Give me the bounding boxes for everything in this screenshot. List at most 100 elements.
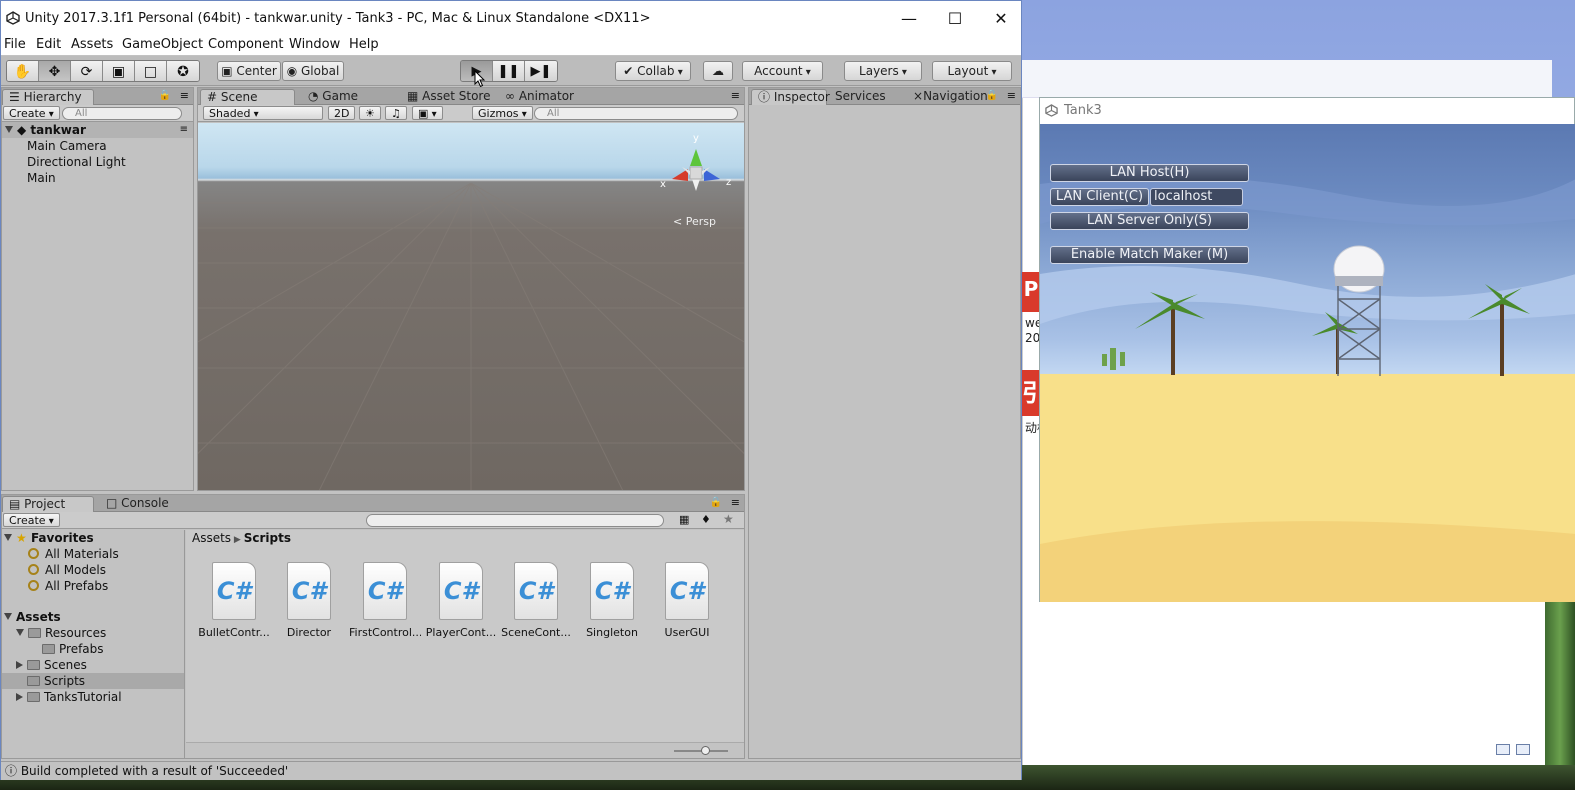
script-asset[interactable]: C# BulletContr... [198,562,270,639]
script-asset[interactable]: C# SceneCont... [500,562,572,639]
icon-size-slider-handle[interactable] [701,746,710,755]
tab-inspector[interactable]: ⓘ Inspector [751,89,830,105]
tab-animator[interactable]: ∞ Animator [499,89,580,105]
shading-mode-dropdown[interactable]: Shaded [203,106,323,120]
hierarchy-create-dropdown[interactable]: Create [3,106,60,120]
menu-help[interactable]: Help [349,37,379,52]
scene-search-input[interactable]: All [534,107,738,120]
lighting-toggle[interactable]: ☀ [359,106,381,120]
pivot-center-button[interactable]: ▣ Center [217,61,281,81]
favorites-row[interactable]: ★ Favorites [4,530,94,546]
favorite-all-prefabs[interactable]: All Prefabs [28,578,108,594]
scene-root-row[interactable]: ◆ tankwar ≡ [2,122,193,138]
effects-dropdown[interactable]: ▣ [412,106,443,120]
space-global-button[interactable]: ◉ Global [282,61,344,81]
minimize-button[interactable]: — [886,6,932,32]
panel-menu-icon[interactable]: ≡ [1007,89,1016,102]
hierarchy-item-main[interactable]: Main [2,170,193,186]
gizmos-dropdown[interactable]: Gizmos [472,106,533,120]
panel-menu-icon[interactable]: ≡ [731,89,740,102]
menu-gameobject[interactable]: GameObject [122,37,203,52]
space-global-label: Global [301,64,340,78]
layout-dropdown[interactable]: Layout [932,61,1012,81]
scale-tool-icon[interactable]: ▣ [103,61,135,81]
panel-menu-icon[interactable]: ≡ [180,89,189,102]
folder-resources[interactable]: Resources [16,625,106,641]
hierarchy-item-main-camera[interactable]: Main Camera [2,138,193,154]
folder-scripts[interactable]: Scripts [2,673,184,689]
tab-hierarchy[interactable]: ☰ Hierarchy [2,89,94,105]
tab-navigation[interactable]: ×Navigation [907,89,994,105]
move-tool-icon[interactable]: ✥ [39,61,71,81]
close-button[interactable]: ✕ [978,6,1024,32]
rotate-tool-icon[interactable]: ⟳ [71,61,103,81]
account-label: Account [754,64,803,78]
lan-host-button[interactable]: LAN Host(H) [1050,164,1249,182]
hierarchy-search-input[interactable]: All [62,107,182,120]
breadcrumb-scripts[interactable]: Scripts [244,531,291,545]
title-bar: Unity 2017.3.1f1 Personal (64bit) - tank… [1,1,1021,35]
expand-arrow-icon [16,629,24,636]
tab-game[interactable]: ◔ Game [302,89,364,105]
panel-menu-icon[interactable]: ≡ [731,496,740,509]
lan-server-only-button[interactable]: LAN Server Only(S) [1050,212,1249,230]
lan-client-button[interactable]: LAN Client(C) [1050,188,1149,206]
menu-file[interactable]: File [4,37,26,52]
inspector-tabstrip: ⓘ Inspector Services ×Navigation 🔒 ≡ [749,88,1020,105]
search-placeholder: All [547,108,560,119]
rect-tool-icon[interactable]: □ [135,61,167,81]
script-asset[interactable]: C# Singleton [576,562,648,639]
maximize-button[interactable]: ☐ [932,6,978,32]
project-search-input[interactable] [366,514,664,527]
account-dropdown[interactable]: Account [742,61,823,81]
folder-scenes[interactable]: Scenes [16,657,87,673]
favorite-all-materials[interactable]: All Materials [28,546,119,562]
scene-menu-icon[interactable]: ≡ [180,122,188,138]
script-asset[interactable]: C# Director [273,562,345,639]
tab-project[interactable]: ▤ Project [2,496,94,512]
persp-label: Persp [685,215,716,228]
menu-window[interactable]: Window [289,37,340,52]
favorite-all-models[interactable]: All Models [28,562,106,578]
server-address-input[interactable]: localhost [1150,188,1243,206]
speaker-icon: ♫ [391,107,401,120]
assets-root-row[interactable]: Assets [4,609,61,625]
scene-orientation-gizmo[interactable]: y x z [656,131,736,211]
scene-viewport[interactable]: y x z < Persp [198,123,744,490]
project-create-dropdown[interactable]: Create [3,513,60,527]
tab-scene-label: Scene [220,90,258,104]
layers-dropdown[interactable]: Layers [844,61,922,81]
collab-dropdown[interactable]: ✔ Collab [615,61,691,81]
tab-asset-store[interactable]: ▦ Asset Store [401,89,497,105]
hierarchy-item-directional-light[interactable]: Directional Light [2,154,193,170]
csharp-file-icon: C# [212,562,256,620]
folder-prefabs[interactable]: Prefabs [42,641,104,657]
script-asset[interactable]: C# PlayerCont... [425,562,497,639]
cloud-button[interactable]: ☁ [703,61,733,81]
menu-assets[interactable]: Assets [71,37,113,52]
script-asset[interactable]: C# UserGUI [651,562,723,639]
tab-scene[interactable]: # Scene [200,89,295,105]
tab-services[interactable]: Services [829,89,892,105]
hand-tool-icon[interactable]: ✋ [7,61,39,81]
tab-console[interactable]: □ Console [100,496,175,512]
script-asset[interactable]: C# FirstControl... [349,562,421,639]
transform-tool-icon[interactable]: ✪ [167,61,199,81]
folder-tanks-tutorial[interactable]: TanksTutorial [16,689,122,705]
step-button[interactable]: ▶❚ [525,61,557,81]
breadcrumb-assets[interactable]: Assets [192,531,231,545]
favorite-star-icon[interactable]: ★ [723,512,734,526]
filter-type-icon[interactable]: ▦ [679,513,689,526]
lock-icon[interactable]: 🔒 [159,90,171,101]
lock-icon[interactable]: 🔒 [710,497,722,508]
audio-toggle[interactable]: ♫ [385,106,407,120]
menu-edit[interactable]: Edit [36,37,61,52]
filter-label-icon[interactable]: ♦ [701,513,711,526]
asset-grid-footer [186,742,744,758]
pause-button[interactable]: ❚❚ [493,61,525,81]
enable-match-maker-button[interactable]: Enable Match Maker (M) [1050,246,1249,264]
projection-label[interactable]: < Persp [673,215,716,228]
toggle-2d-button[interactable]: 2D [328,106,356,120]
lock-icon[interactable]: 🔒 [986,90,998,101]
menu-component[interactable]: Component [208,37,283,52]
